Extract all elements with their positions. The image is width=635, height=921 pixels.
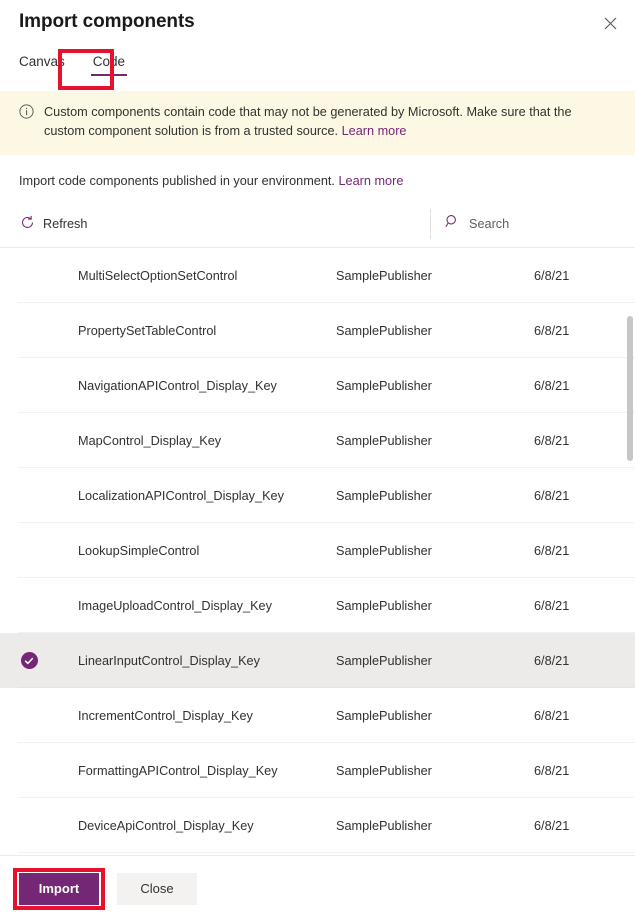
- row-publisher: SamplePublisher: [336, 599, 534, 613]
- list-scrollbar-track[interactable]: [626, 248, 634, 855]
- row-date: 6/8/21: [534, 764, 635, 778]
- table-row[interactable]: LocalizationAPIControl_Display_KeySample…: [0, 468, 635, 523]
- subtitle-learn-more-link[interactable]: Learn more: [339, 174, 404, 188]
- tab-canvas-label: Canvas: [19, 54, 65, 69]
- table-row[interactable]: LookupSimpleControlSamplePublisher6/8/21: [0, 523, 635, 578]
- row-date: 6/8/21: [534, 489, 635, 503]
- table-row[interactable]: NavigationAPIControl_Display_KeySamplePu…: [0, 358, 635, 413]
- row-component-name: MapControl_Display_Key: [78, 434, 336, 448]
- table-row[interactable]: MultiSelectOptionSetControlSamplePublish…: [0, 248, 635, 303]
- row-publisher: SamplePublisher: [336, 764, 534, 778]
- table-row[interactable]: FormattingAPIControl_Display_KeySamplePu…: [0, 743, 635, 798]
- row-publisher: SamplePublisher: [336, 379, 534, 393]
- check-circle-icon: [21, 652, 38, 669]
- row-date: 6/8/21: [534, 269, 635, 283]
- search-icon: [445, 214, 460, 234]
- warning-banner-message: Custom components contain code that may …: [44, 105, 572, 138]
- row-component-name: LocalizationAPIControl_Display_Key: [78, 489, 336, 503]
- tab-code-label: Code: [93, 54, 125, 69]
- refresh-button[interactable]: Refresh: [16, 210, 91, 238]
- components-list: MultiSelectOptionSetControlSamplePublish…: [0, 248, 635, 855]
- table-row[interactable]: MapControl_Display_KeySamplePublisher6/8…: [0, 413, 635, 468]
- warning-banner-learn-more-link[interactable]: Learn more: [342, 124, 407, 138]
- row-date: 6/8/21: [534, 819, 635, 833]
- tab-list: Canvas Code: [0, 46, 635, 91]
- search-box[interactable]: [430, 209, 616, 239]
- table-row[interactable]: PropertySetTableControlSamplePublisher6/…: [0, 303, 635, 358]
- row-component-name: DeviceApiControl_Display_Key: [78, 819, 336, 833]
- row-select-checkbox[interactable]: [0, 652, 78, 669]
- row-publisher: SamplePublisher: [336, 269, 534, 283]
- close-icon: [604, 17, 617, 30]
- subtitle-row: Import code components published in your…: [0, 155, 635, 190]
- row-component-name: LookupSimpleControl: [78, 544, 336, 558]
- row-component-name: NavigationAPIControl_Display_Key: [78, 379, 336, 393]
- refresh-label: Refresh: [43, 217, 87, 231]
- command-bar: Refresh: [0, 200, 635, 248]
- tab-code[interactable]: Code: [83, 46, 135, 80]
- row-component-name: LinearInputControl_Display_Key: [78, 654, 336, 668]
- close-button[interactable]: [595, 8, 625, 38]
- warning-banner-text: Custom components contain code that may …: [44, 103, 614, 141]
- components-list-region: MultiSelectOptionSetControlSamplePublish…: [0, 248, 635, 855]
- row-date: 6/8/21: [534, 599, 635, 613]
- row-publisher: SamplePublisher: [336, 819, 534, 833]
- info-circle-icon: [19, 104, 34, 124]
- row-component-name: ImageUploadControl_Display_Key: [78, 599, 336, 613]
- row-date: 6/8/21: [534, 434, 635, 448]
- dialog-header: Import components: [0, 0, 635, 46]
- subtitle-text: Import code components published in your…: [19, 174, 335, 188]
- import-button[interactable]: Import: [19, 873, 99, 905]
- close-dialog-button[interactable]: Close: [117, 873, 197, 905]
- row-publisher: SamplePublisher: [336, 709, 534, 723]
- list-scrollbar-thumb[interactable]: [627, 316, 633, 461]
- row-publisher: SamplePublisher: [336, 654, 534, 668]
- table-row[interactable]: IncrementControl_Display_KeySamplePublis…: [0, 688, 635, 743]
- tab-canvas[interactable]: Canvas: [19, 46, 75, 80]
- row-publisher: SamplePublisher: [336, 434, 534, 448]
- row-component-name: PropertySetTableControl: [78, 324, 336, 338]
- table-row[interactable]: DeviceApiControl_Display_KeySamplePublis…: [0, 798, 635, 853]
- page-title: Import components: [19, 11, 195, 33]
- import-components-dialog: Import components Canvas Code: [0, 0, 635, 921]
- row-component-name: FormattingAPIControl_Display_Key: [78, 764, 336, 778]
- row-date: 6/8/21: [534, 709, 635, 723]
- row-component-name: IncrementControl_Display_Key: [78, 709, 336, 723]
- table-row[interactable]: ImageUploadControl_Display_KeySamplePubl…: [0, 578, 635, 633]
- search-input[interactable]: [469, 217, 609, 231]
- dialog-footer: Import Close: [0, 855, 635, 921]
- row-date: 6/8/21: [534, 379, 635, 393]
- row-publisher: SamplePublisher: [336, 324, 534, 338]
- table-row[interactable]: LinearInputControl_Display_KeySamplePubl…: [0, 633, 635, 688]
- refresh-icon: [20, 215, 35, 233]
- row-date: 6/8/21: [534, 544, 635, 558]
- warning-banner: Custom components contain code that may …: [0, 91, 635, 155]
- row-publisher: SamplePublisher: [336, 544, 534, 558]
- row-date: 6/8/21: [534, 654, 635, 668]
- row-component-name: MultiSelectOptionSetControl: [78, 269, 336, 283]
- row-publisher: SamplePublisher: [336, 489, 534, 503]
- row-date: 6/8/21: [534, 324, 635, 338]
